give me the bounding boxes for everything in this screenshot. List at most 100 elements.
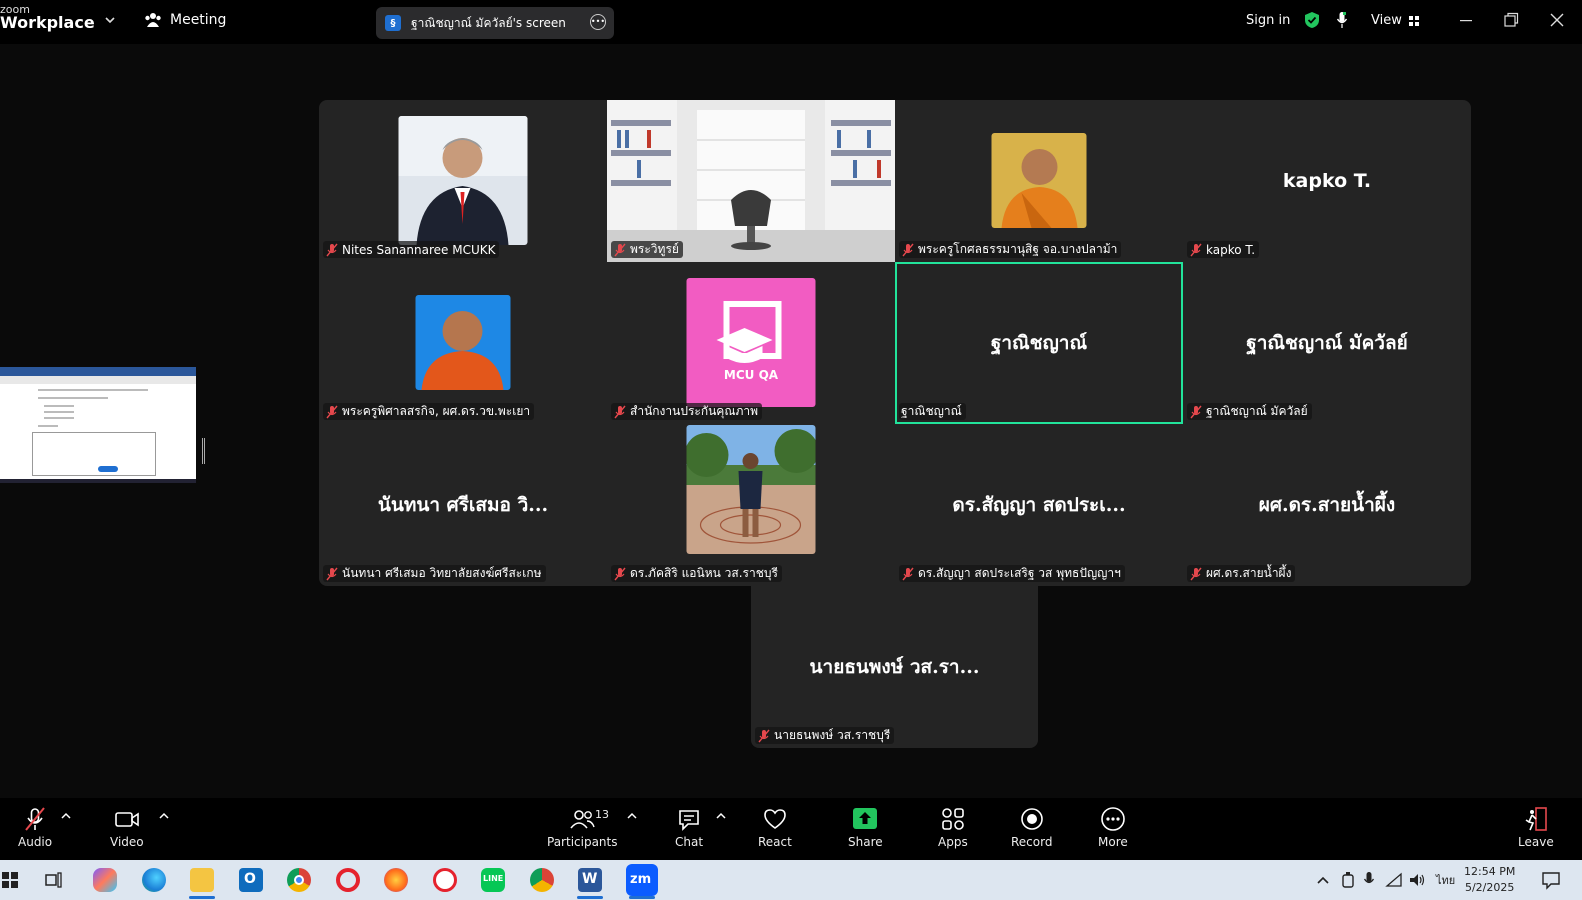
muted-mic-icon [25,807,45,831]
record-button[interactable]: Record [1011,806,1052,849]
participant-tile[interactable]: ผศ.ดร.สายน้ำผึ้ง ผศ.ดร.สายน้ำผึ้ง [1183,424,1471,586]
participant-tile[interactable]: นายธนพงษ์ วส.รา... นายธนพงษ์ วส.ราชบุรี [751,586,1038,748]
muted-mic-icon [902,243,914,256]
react-button[interactable]: React [758,806,792,849]
share-button[interactable]: Share [848,806,883,849]
edge-browser-icon[interactable] [142,868,166,892]
meeting-button[interactable]: Meeting [144,12,226,28]
sign-in-link[interactable]: Sign in [1246,13,1290,28]
participant-name-label: นายธนพงษ์ วส.ราชบุรี [755,727,895,744]
participant-video [398,116,528,245]
opera-icon[interactable] [336,868,360,892]
react-label: React [758,835,792,849]
record-icon [1020,808,1043,830]
participants-options-chevron-icon[interactable] [627,812,637,820]
share-label: Share [848,835,883,849]
participant-tile[interactable]: MCU QA สำนักงานประกันคุณภาพ [607,262,895,424]
zoom-app-icon[interactable]: zm [626,864,658,896]
grid-view-icon [1408,15,1419,26]
share-screen-title[interactable]: § ฐาณิชญาณ์ มัควัลย์'s screen ••• [376,7,614,39]
outlook-icon[interactable]: O [239,868,263,892]
participant-display-name: ผศ.ดร.สายน้ำผึ้ง [1258,494,1396,516]
gallery-grid: Nites Sanannaree MCUKK พระวิทูรย์ พระครู… [319,100,1471,586]
meeting-label: Meeting [170,12,227,28]
mcu-qa-text: MCU QA [723,368,779,382]
participants-count-badge: 13 [595,808,609,821]
leave-label: Leave [1518,835,1554,849]
system-clock[interactable]: 12:54 PM 5/2/2025 [1464,864,1515,896]
participant-name-label: ฐาณิชญาณ์ [899,403,966,420]
video-options-chevron-icon[interactable] [159,812,169,820]
mic-status-icon [1336,12,1348,28]
participant-name-label: พระครูพิศาลสรกิจ, ผศ.ดร.วข.พะเยา [323,403,535,420]
share-title-text: ฐาณิชญาณ์ มัควัลย์'s screen [411,15,566,30]
participant-name-label: พระครูโกศลธรรมานุสิฐ จอ.บางปลาม้า [899,241,1122,258]
device-icon[interactable] [1340,871,1356,889]
wifi-icon[interactable] [1385,872,1403,888]
muted-mic-icon [1190,405,1202,418]
participant-tile[interactable]: นันทนา ศรีเสมอ วิ... นันทนา ศรีเสมอ วิทย… [319,424,607,586]
file-explorer-icon[interactable] [190,868,214,892]
windows-start-icon[interactable] [2,872,18,888]
video-label: Video [110,835,144,849]
apps-label: Apps [938,835,968,849]
apps-button[interactable]: Apps [938,806,968,849]
firefox-icon[interactable] [384,868,408,892]
participant-name-label: Nites Sanannaree MCUKK [323,241,500,258]
muted-mic-icon [614,405,626,418]
audio-button[interactable]: Audio [18,806,52,849]
share-badge-icon: § [385,15,401,31]
participant-tile-active-speaker[interactable]: ฐาณิชญาณ์ ฐาณิชญาณ์ [895,262,1183,424]
participant-display-name: นายธนพงษ์ วส.รา... [809,656,980,678]
participant-tile[interactable]: ดร.สัญญา สดประเ... ดร.สัญญา สดประเสริฐ ว… [895,424,1183,586]
participant-tile[interactable]: พระครูโกศลธรรมานุสิฐ จอ.บางปลาม้า [895,100,1183,262]
video-button[interactable]: Video [110,806,144,849]
muted-mic-icon [902,567,914,580]
view-button[interactable]: View [1371,13,1420,28]
more-button[interactable]: More [1098,806,1128,849]
participant-name-label: ดร.ภัคสิริ แอนิหน วส.ราชบุรี [611,565,782,582]
chat-options-chevron-icon[interactable] [716,812,726,820]
chat-button[interactable]: Chat [675,806,703,849]
minimize-icon[interactable] [1457,11,1475,29]
participant-tile[interactable]: พระวิทูรย์ [607,100,895,262]
participant-tile[interactable]: kapko T. kapko T. [1183,100,1471,262]
audio-options-chevron-icon[interactable] [61,812,71,820]
participant-display-name: นันทนา ศรีเสมอ วิ... [377,494,549,516]
chevron-down-icon[interactable] [104,14,116,26]
task-view-icon[interactable] [44,870,64,890]
chrome-icon[interactable] [287,868,311,892]
show-hidden-icons-chevron[interactable] [1316,874,1330,886]
participant-tile[interactable]: ฐาณิชญาณ์ มัควัลย์ ฐาณิชญาณ์ มัควัลย์ [1183,262,1471,424]
close-icon[interactable] [1548,11,1566,29]
volume-icon[interactable] [1408,872,1426,888]
app-icon[interactable] [433,868,457,892]
leave-door-icon [1525,807,1547,831]
input-language[interactable]: ไทย [1436,860,1455,900]
muted-mic-icon [326,567,338,580]
more-options-icon[interactable]: ••• [590,14,606,30]
drag-handle[interactable] [202,438,205,464]
restore-icon[interactable] [1502,11,1520,29]
chrome-profile-icon[interactable] [530,868,554,892]
notifications-icon[interactable] [1541,870,1561,890]
word-icon[interactable]: W [578,868,602,892]
participant-tile[interactable]: ดร.ภัคสิริ แอนิหน วส.ราชบุรี [607,424,895,586]
participant-display-name: ฐาณิชญาณ์ [990,332,1088,354]
microphone-tray-icon[interactable] [1363,871,1375,889]
participant-video [991,133,1087,228]
muted-mic-icon [1190,243,1202,256]
view-label: View [1371,13,1402,28]
zoom-logo: zoom Workplace [0,4,95,31]
security-shield-icon[interactable] [1304,11,1320,29]
participant-tile[interactable]: พระครูพิศาลสรกิจ, ผศ.ดร.วข.พะเยา [319,262,607,424]
document-table [32,432,156,476]
copilot-icon[interactable] [93,868,117,892]
participant-tile[interactable]: Nites Sanannaree MCUKK [319,100,607,262]
line-icon[interactable]: LINE [481,868,505,892]
shared-screen-thumbnail[interactable] [0,367,196,483]
leave-button[interactable]: Leave [1518,806,1554,849]
apps-icon [942,808,964,830]
participants-icon [570,810,595,829]
clock-time: 12:54 PM [1464,865,1516,878]
